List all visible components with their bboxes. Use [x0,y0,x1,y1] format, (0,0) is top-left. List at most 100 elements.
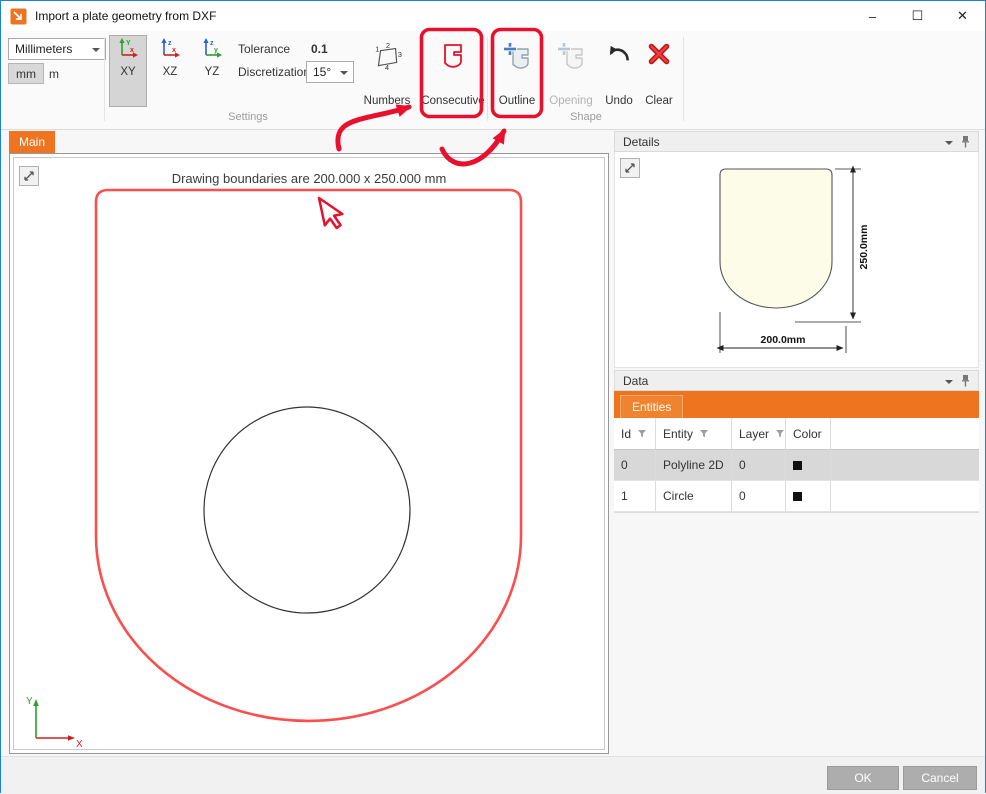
column-header-entity[interactable]: Entity [656,418,732,449]
unit-m-button[interactable]: m [41,63,67,84]
window-title: Import a plate geometry from DXF [35,9,216,23]
discretization-dropdown[interactable]: 15° [306,61,354,83]
cell-filler [831,481,979,511]
minimize-button[interactable]: – [850,1,895,31]
plane-label: XY [120,66,135,78]
drawing-canvas-panel: Y X Drawing boundaries are 200.000 x 250… [9,153,609,754]
details-panel-header: Details [614,131,979,152]
right-panel: Details [614,131,979,757]
cell-color [786,450,831,480]
chevron-down-icon [92,48,100,56]
outline-label: Outline [499,95,535,107]
plane-yz-icon: z y [200,36,224,60]
close-button[interactable]: ✕ [940,1,985,31]
data-title: Data [623,374,648,388]
tolerance-label: Tolerance [238,42,290,56]
chevron-down-icon [340,71,348,79]
ok-button[interactable]: OK [827,766,899,790]
dimension-height-label: 250.0mm [858,225,870,270]
filter-icon[interactable] [637,429,647,438]
tab-main[interactable]: Main [9,131,55,153]
table-row[interactable]: 0 Polyline 2D 0 [614,450,979,481]
chevron-down-icon[interactable] [945,380,953,388]
plane-label: XZ [163,66,178,78]
plane-xz-icon: z x [158,36,182,60]
canvas-expand-button[interactable] [19,166,39,186]
svg-text:x: x [130,47,134,54]
consecutive-shape-icon [438,41,468,71]
title-bar: Import a plate geometry from DXF – ☐ ✕ [1,1,985,31]
drawing-boundaries-text: Drawing boundaries are 200.000 x 250.000… [14,171,604,186]
column-header-id[interactable]: Id [614,418,656,449]
clear-button[interactable]: Clear [641,35,677,107]
cell-filler [831,450,979,480]
plane-xy-icon: Y x [116,36,140,60]
plane-yz-button[interactable]: z y YZ [193,35,231,107]
pin-icon[interactable] [961,374,970,387]
discretization-value: 15° [313,65,331,79]
opening-plus-icon [556,41,586,71]
clear-x-icon [646,41,672,67]
svg-text:x: x [172,47,176,54]
plane-xz-button[interactable]: z x XZ [151,35,189,107]
plane-xy-button[interactable]: Y x XY [109,35,147,107]
column-header-color[interactable]: Color [786,418,831,449]
cancel-button[interactable]: Cancel [903,766,977,790]
units-value: Millimeters [15,42,72,56]
table-row[interactable]: 1 Circle 0 [614,481,979,512]
units-dropdown[interactable]: Millimeters [8,38,106,60]
cell-entity: Circle [656,481,732,511]
chevron-down-icon[interactable] [945,141,953,149]
drawing-canvas[interactable]: Y X Drawing boundaries are 200.000 x 250… [13,157,605,750]
undo-button[interactable]: Undo [600,35,638,107]
window-controls: – ☐ ✕ [850,1,985,31]
svg-text:Y: Y [126,40,131,47]
details-expand-button[interactable] [620,158,640,178]
axis-y-label: Y [26,696,33,707]
column-header-layer[interactable]: Layer [732,418,786,449]
entities-table: Id Entity Layer Color 0 Polyline 2 [614,418,979,513]
plane-label: YZ [205,66,220,78]
app-icon [10,8,27,25]
opening-button: Opening [546,35,596,107]
discretization-label: Discretization [238,65,310,79]
svg-text:y: y [214,47,218,54]
unit-mm-button[interactable]: mm [8,63,44,84]
filter-icon[interactable] [775,429,785,438]
clear-label: Clear [645,95,672,107]
cell-entity: Polyline 2D [656,450,732,480]
tolerance-value: 0.1 [311,42,328,56]
svg-text:2: 2 [386,41,390,50]
dialog-window: Import a plate geometry from DXF – ☐ ✕ M… [0,0,986,793]
table-header-row: Id Entity Layer Color [614,418,979,450]
consecutive-button[interactable]: Consecutive [424,35,482,107]
undo-icon [605,41,633,69]
outline-button[interactable]: Outline [493,35,541,107]
cell-id: 1 [614,481,656,511]
column-header-filler [831,418,979,449]
separator [683,37,684,121]
consecutive-label: Consecutive [421,95,484,107]
plate-preview-drawing: 250.0mm 200.0mm [615,152,978,366]
expand-icon [23,170,35,182]
cell-color [786,481,831,511]
filter-icon[interactable] [699,429,709,438]
numbers-button[interactable]: 1 2 3 4 Numbers [359,35,415,107]
opening-label: Opening [549,95,592,107]
entities-tab-strip: Entities [614,391,979,418]
canvas-axis-indicator: Y X [26,696,83,749]
footer-bar: OK Cancel [1,756,985,794]
details-preview: 250.0mm 200.0mm [614,152,979,368]
cell-layer: 0 [732,450,786,480]
preview-plate-shape [720,169,832,308]
undo-label: Undo [605,95,633,107]
dimension-width-label: 200.0mm [761,334,806,346]
maximize-button[interactable]: ☐ [895,1,940,31]
cell-id: 0 [614,450,656,480]
pin-icon[interactable] [961,135,970,148]
svg-text:z: z [210,40,214,47]
tab-entities[interactable]: Entities [620,395,683,418]
data-panel-header: Data [614,370,979,391]
group-label-settings: Settings [108,111,388,123]
svg-text:1: 1 [375,45,379,54]
